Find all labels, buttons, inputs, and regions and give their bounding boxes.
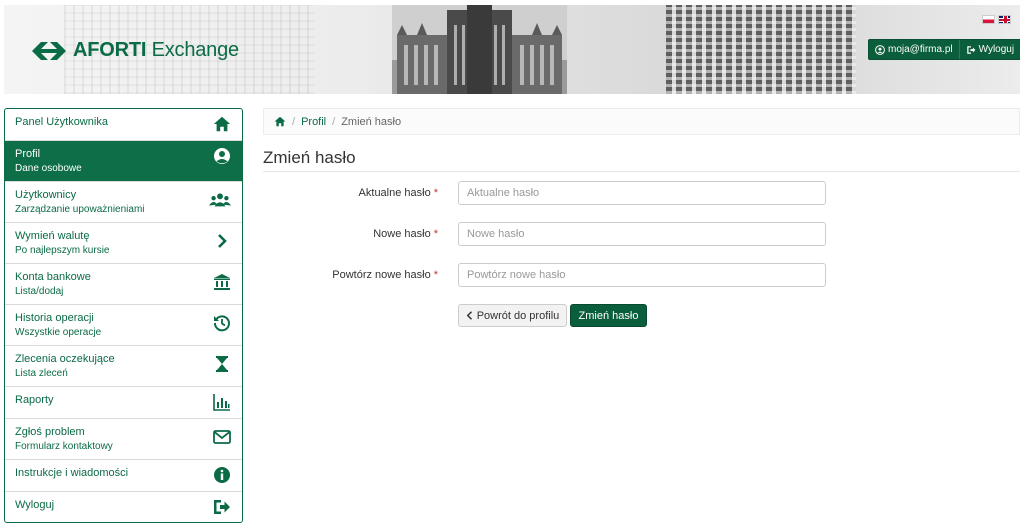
new-password-input[interactable] xyxy=(458,222,826,246)
logout-button[interactable]: Wyloguj xyxy=(958,40,1020,59)
sidebar-item-subtitle: Po najlepszym kursie xyxy=(15,245,110,256)
sidebar-item-title: Instrukcje i wiadomości xyxy=(15,467,129,479)
chevron-right-icon xyxy=(212,232,232,250)
header-banner: AFORTI Exchange moja@firma.pl Wyloguj xyxy=(4,5,1020,94)
sidebar-item-subtitle: Wszystkie operacje xyxy=(15,327,102,338)
submit-button-label: Zmień hasło xyxy=(578,309,639,322)
sidebar-item-instrukcje[interactable]: Instrukcje i wiadomości xyxy=(5,460,242,492)
chevron-left-icon xyxy=(466,311,472,320)
current-password-label: Aktualne hasło * xyxy=(358,187,438,199)
home-icon[interactable] xyxy=(274,116,286,127)
sidebar-item-title: Historia operacji xyxy=(15,312,94,324)
polish-flag-icon[interactable] xyxy=(982,15,995,24)
user-account-button[interactable]: moja@firma.pl xyxy=(869,40,959,59)
hourglass-icon xyxy=(212,355,232,373)
back-button-label: Powrót do profilu xyxy=(476,309,560,322)
sidebar-item-subtitle: Formularz kontaktowy xyxy=(15,441,113,452)
sidebar-item-title: Panel Użytkownika xyxy=(15,116,108,128)
sidebar-item-title: Wymień walutę xyxy=(15,230,90,242)
sidebar-item-uzytkownicy[interactable]: Użytkownicy Zarządzanie upoważnieniami xyxy=(5,182,242,223)
breadcrumb-separator: / xyxy=(292,115,296,128)
required-mark: * xyxy=(433,187,438,199)
back-to-profile-button[interactable]: Powrót do profilu xyxy=(458,304,567,327)
breadcrumb-separator: / xyxy=(332,115,336,128)
language-switcher xyxy=(982,15,1011,24)
current-password-input[interactable] xyxy=(458,181,826,205)
sidebar-item-subtitle: Dane osobowe xyxy=(15,163,82,174)
aforti-logo-icon xyxy=(32,41,66,60)
required-mark: * xyxy=(433,269,438,281)
sidebar-item-konta-bankowe[interactable]: Konta bankowe Lista/dodaj xyxy=(5,264,242,305)
new-password-label: Nowe hasło * xyxy=(373,228,438,240)
sidebar-item-subtitle: Lista/dodaj xyxy=(15,286,64,297)
logout-label: Wyloguj xyxy=(978,44,1015,55)
sidebar-item-subtitle: Lista zleceń xyxy=(15,368,68,379)
sidebar-item-title: Użytkownicy xyxy=(15,189,77,201)
sign-out-icon xyxy=(212,498,232,516)
users-icon xyxy=(208,191,232,209)
sign-out-icon xyxy=(966,45,975,54)
palace-of-culture-image xyxy=(392,5,567,94)
sidebar-item-historia[interactable]: Historia operacji Wszystkie operacje xyxy=(5,305,242,346)
sidebar-item-title: Konta bankowe xyxy=(15,271,91,283)
page-title: Zmień hasło xyxy=(263,148,356,167)
repeat-password-label: Powtórz nowe hasło * xyxy=(332,269,438,281)
sidebar-nav: Panel Użytkownika Profil Dane osobowe Uż… xyxy=(4,108,243,523)
sidebar-item-title: Profil xyxy=(15,148,41,160)
sidebar-item-title: Zlecenia oczekujące xyxy=(15,353,115,365)
sidebar-item-title: Wyloguj xyxy=(15,499,55,511)
sidebar-item-title: Raporty xyxy=(15,394,54,406)
user-email: moja@firma.pl xyxy=(888,44,953,55)
user-circle-icon xyxy=(875,44,885,55)
required-mark: * xyxy=(433,228,438,240)
info-icon xyxy=(212,466,232,484)
sidebar-item-wymien-walute[interactable]: Wymień walutę Po najlepszym kursie xyxy=(5,223,242,264)
sidebar-item-title: Zgłoś problem xyxy=(15,426,85,438)
sidebar-item-panel[interactable]: Panel Użytkownika xyxy=(5,109,242,141)
sidebar-item-profil[interactable]: Profil Dane osobowe xyxy=(5,141,242,182)
home-icon xyxy=(212,115,232,133)
sidebar-item-zglos-problem[interactable]: Zgłoś problem Formularz kontaktowy xyxy=(5,419,242,460)
skyscraper-image xyxy=(666,5,856,94)
user-menu: moja@firma.pl Wyloguj xyxy=(868,39,1020,60)
logo-text: AFORTI Exchange xyxy=(73,39,239,61)
sidebar-item-wyloguj[interactable]: Wyloguj xyxy=(5,492,242,522)
repeat-password-input[interactable] xyxy=(458,263,826,287)
envelope-icon xyxy=(212,428,232,446)
user-circle-icon xyxy=(212,147,232,165)
breadcrumb: / Profil / Zmień hasło xyxy=(263,108,1020,135)
sidebar-item-zlecenia[interactable]: Zlecenia oczekujące Lista zleceń xyxy=(5,346,242,387)
title-divider xyxy=(263,171,1020,172)
breadcrumb-current: Zmień hasło xyxy=(341,115,402,128)
english-flag-icon[interactable] xyxy=(998,15,1011,24)
bank-icon xyxy=(212,273,232,291)
sidebar-item-subtitle: Zarządzanie upoważnieniami xyxy=(15,204,145,215)
bar-chart-icon xyxy=(212,393,232,411)
change-password-button[interactable]: Zmień hasło xyxy=(570,304,647,327)
aforti-logo[interactable]: AFORTI Exchange xyxy=(32,39,239,62)
sidebar-item-raporty[interactable]: Raporty xyxy=(5,387,242,419)
breadcrumb-link-profil[interactable]: Profil xyxy=(301,116,326,128)
history-icon xyxy=(212,314,232,332)
